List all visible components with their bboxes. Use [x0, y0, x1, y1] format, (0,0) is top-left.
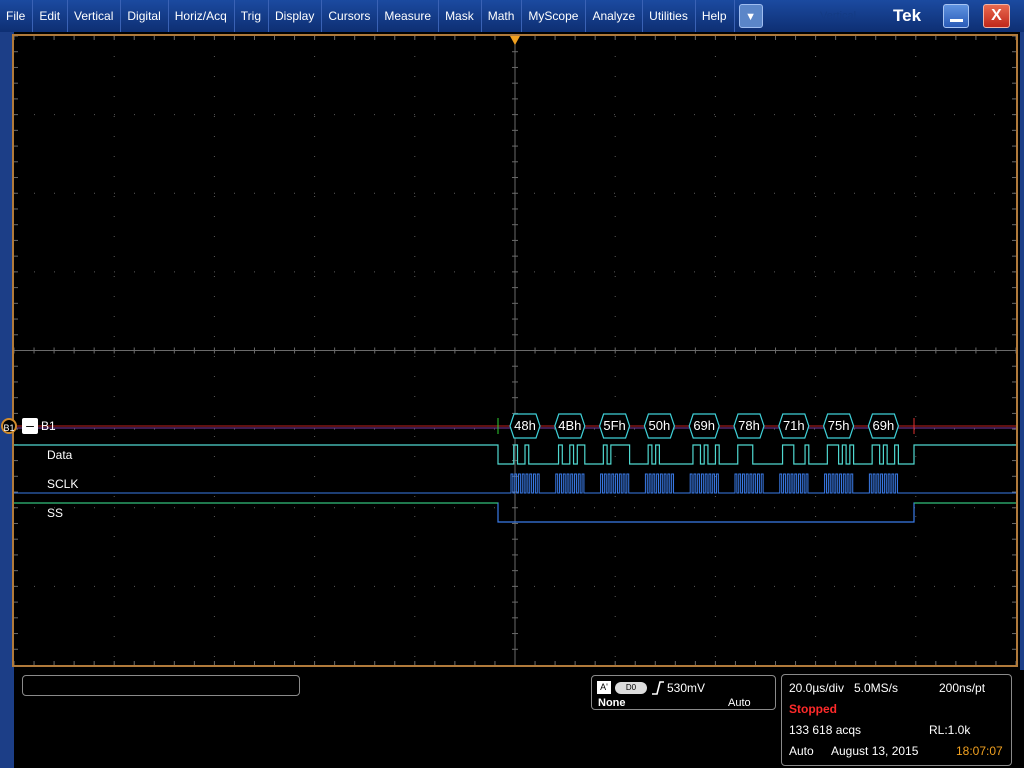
menu-trig[interactable]: Trig [235, 0, 269, 32]
trigger-readout[interactable]: A' D0 530mV None Auto [591, 675, 776, 710]
bus-byte-value: 48h [514, 418, 536, 433]
acquisition-count: 133 618 acqs [789, 723, 862, 737]
bus-byte-value: 50h [648, 418, 671, 433]
menu-dropdown-button[interactable]: ▼ [738, 4, 763, 28]
menu-analyze[interactable]: Analyze [586, 0, 644, 32]
menu-math[interactable]: Math [482, 0, 523, 32]
sample-rate: 5.0MS/s [854, 681, 899, 695]
minimize-icon [950, 19, 963, 22]
bus-byte-value: 69h [693, 418, 716, 433]
close-button[interactable]: X [983, 4, 1010, 28]
horizontal-readout[interactable]: 20.0µs/div 5.0MS/s 200ns/pt Stopped 133 … [781, 674, 1012, 766]
trigger-level: 530mV [667, 681, 706, 695]
menu-ghost-label: Vertical [820, 10, 857, 22]
menu-measure[interactable]: Measure [378, 0, 440, 32]
bus-collapse-button[interactable]: – [22, 418, 38, 434]
ss-channel-label: SS [47, 506, 64, 520]
menu-digital[interactable]: Digital [121, 0, 169, 32]
time-resolution: 200ns/pt [939, 681, 986, 695]
time-readout: 18:07:07 [956, 744, 1003, 758]
right-strip [1020, 32, 1024, 672]
menu-myscope[interactable]: MyScope [522, 0, 587, 32]
acquisition-mode: Auto [789, 744, 814, 758]
trigger-channel-badge: D0 [615, 682, 647, 694]
trigger-position-icon [510, 36, 520, 45]
bus-byte-value: 4Bh [558, 418, 582, 433]
date-readout: August 13, 2015 [831, 744, 919, 758]
menu-cursors[interactable]: Cursors [322, 0, 379, 32]
trigger-type: None [598, 697, 626, 709]
menu-horiz-acq[interactable]: Horiz/Acq [169, 0, 235, 32]
sclk-waveform [14, 473, 1016, 494]
menu-utilities[interactable]: Utilities [643, 0, 696, 32]
menu-vertical[interactable]: Vertical [68, 0, 122, 32]
brand-logo: Tek [893, 6, 922, 25]
bus-byte-value: 71h [782, 418, 805, 433]
horizontal-scale: 20.0µs/div [789, 681, 844, 695]
menu-bar: File Edit Vertical Digital Horiz/Acq Trig Disp… [0, 0, 1024, 32]
bus-byte-value: 69h [872, 418, 895, 433]
menu-display[interactable]: Display [269, 0, 323, 32]
trigger-mode: Auto [728, 697, 751, 709]
acquisition-state: Stopped [789, 702, 837, 716]
waveform-display[interactable] [14, 36, 1016, 665]
trigger-source-badge: A' [597, 681, 611, 694]
minimize-button[interactable] [943, 4, 969, 28]
menu-help[interactable]: Help [696, 0, 735, 32]
record-length: RL:1.0k [929, 723, 971, 737]
menu-mask[interactable]: Mask [439, 0, 482, 32]
data-channel-label: Data [47, 448, 73, 462]
bus-b1-marker[interactable]: B1 [1, 418, 17, 434]
sclk-channel-label: SCLK [47, 477, 79, 491]
bus-byte-value: 75h [827, 418, 850, 433]
message-box [22, 675, 300, 696]
menu-file[interactable]: File [0, 0, 34, 32]
bus-byte-value: 78h [738, 418, 760, 433]
rising-edge-icon [652, 681, 664, 695]
menu-edit[interactable]: Edit [33, 0, 69, 32]
bus-label: B1 [41, 419, 56, 433]
bus-byte-value: 5Fh [603, 418, 626, 433]
